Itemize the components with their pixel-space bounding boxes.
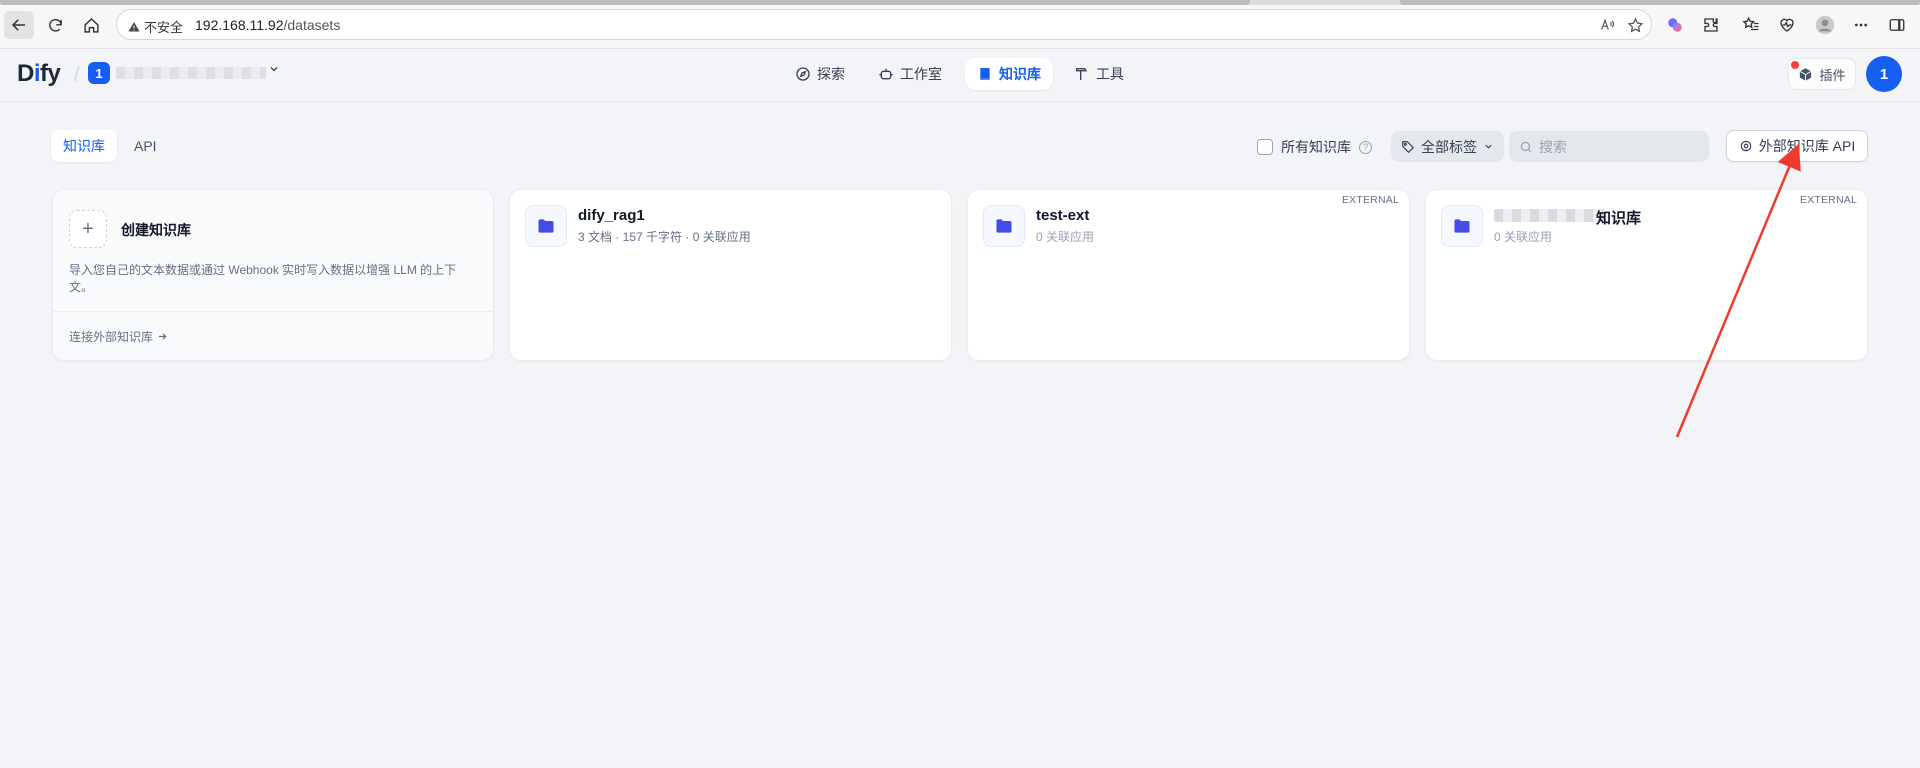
warning-icon — [128, 21, 140, 31]
annotation-arrow — [1675, 143, 1801, 438]
search-input[interactable] — [1539, 138, 1699, 155]
nav-label: 工作室 — [900, 66, 942, 82]
create-knowledge-title: 创建知识库 — [121, 222, 191, 238]
home-icon — [83, 17, 99, 33]
dataset-card[interactable]: dify_rag1 3 文档 · 157 千字符 · 0 关联应用 — [509, 189, 952, 361]
app-header: Dify / 1 探索 工作室 知识库 工具 插件 1 — [0, 50, 1920, 102]
notification-dot — [1791, 61, 1799, 69]
browser-essentials-icon[interactable] — [1774, 12, 1800, 38]
help-icon[interactable]: ? — [1359, 140, 1372, 154]
search-icon — [1520, 141, 1532, 152]
plugins-button[interactable]: 插件 — [1788, 58, 1856, 90]
profile-icon[interactable] — [1812, 12, 1838, 38]
connect-external-label: 连接外部知识库 — [69, 330, 154, 344]
nav-explore[interactable]: 探索 — [783, 58, 857, 90]
dataset-meta: 0 关联应用 — [1036, 230, 1095, 244]
nav-knowledge[interactable]: 知识库 — [965, 58, 1053, 90]
external-knowledge-api-button[interactable]: 外部知识库 API — [1726, 130, 1868, 162]
dataset-card[interactable]: EXTERNAL test-ext 0 关联应用 — [967, 189, 1410, 361]
url-text[interactable]: 192.168.11.92/datasets — [195, 17, 340, 33]
nav-label: 探索 — [817, 66, 845, 82]
external-knowledge-api-label: 外部知识库 API — [1758, 138, 1856, 154]
tags-filter-label: 全部标签 — [1421, 138, 1477, 155]
more-menu-icon[interactable] — [1848, 12, 1874, 38]
dify-logo[interactable]: Dify — [17, 60, 61, 88]
copilot-icon[interactable] — [1662, 12, 1688, 38]
nav-label: 知识库 — [999, 66, 1041, 82]
dataset-name: dify_rag1 — [578, 207, 645, 224]
tab-knowledge[interactable]: 知识库 — [51, 130, 117, 162]
create-knowledge-description: 导入您自己的文本数据或通过 Webhook 实时写入数据以增强 LLM 的上下文… — [69, 263, 457, 294]
api-connection-icon — [1740, 140, 1752, 152]
dataset-card[interactable]: EXTERNAL 知识库 0 关联应用 — [1425, 189, 1868, 361]
all-knowledge-filter[interactable]: 所有知识库 ? — [1257, 137, 1372, 157]
divider — [53, 311, 493, 312]
folder-icon — [983, 205, 1025, 247]
tag-icon — [1402, 140, 1415, 153]
arrow-right-icon — [158, 333, 167, 340]
address-bar[interactable]: 不安全 192.168.11.92/datasets — [116, 9, 1652, 40]
robot-icon — [879, 68, 893, 80]
user-avatar[interactable]: 1 — [1866, 56, 1902, 92]
compass-icon — [796, 67, 810, 81]
url-host: 192.168.11.92 — [195, 17, 284, 33]
favorites-list-icon[interactable] — [1738, 12, 1764, 38]
tags-filter-dropdown[interactable]: 全部标签 — [1391, 131, 1504, 162]
hammer-icon — [1076, 68, 1088, 80]
arrow-left-icon — [11, 19, 25, 31]
dataset-name: 知识库 — [1596, 210, 1642, 227]
external-badge: EXTERNAL — [1799, 194, 1857, 206]
plugins-label: 插件 — [1819, 67, 1846, 83]
search-box[interactable] — [1509, 131, 1709, 162]
read-aloud-icon[interactable] — [1597, 15, 1617, 35]
dataset-name: test-ext — [1036, 207, 1090, 224]
plus-icon: + — [69, 210, 107, 248]
nav-studio[interactable]: 工作室 — [866, 58, 954, 90]
folder-icon — [525, 205, 567, 247]
reload-button[interactable] — [40, 11, 70, 39]
security-label: 不安全 — [144, 20, 184, 35]
dataset-meta: 3 文档 · 157 千字符 · 0 关联应用 — [578, 230, 751, 244]
home-button[interactable] — [76, 11, 106, 39]
back-button[interactable] — [4, 11, 34, 39]
nav-tools[interactable]: 工具 — [1062, 58, 1136, 90]
create-knowledge-card[interactable]: + 创建知识库 导入您自己的文本数据或通过 Webhook 实时写入数据以增强 … — [52, 189, 494, 361]
connect-external-knowledge-link[interactable]: 连接外部知识库 — [69, 328, 168, 345]
workspace-name-redacted[interactable] — [116, 67, 266, 79]
all-knowledge-label: 所有知识库 — [1281, 139, 1351, 155]
tab-api[interactable]: API — [122, 130, 169, 162]
security-indicator[interactable]: 不安全 — [128, 17, 183, 36]
folder-icon — [1441, 205, 1483, 247]
external-badge: EXTERNAL — [1341, 194, 1399, 206]
url-path: /datasets — [283, 17, 341, 33]
extensions-icon[interactable] — [1698, 12, 1724, 38]
chevron-down-icon[interactable] — [268, 63, 280, 78]
reload-icon — [48, 18, 62, 32]
chevron-down-icon — [1485, 144, 1492, 149]
sidebar-toggle-icon[interactable] — [1884, 12, 1910, 38]
dataset-name-redacted — [1494, 209, 1604, 222]
cube-icon — [1800, 67, 1812, 81]
book-icon — [980, 68, 990, 80]
favorite-star-icon[interactable] — [1625, 15, 1645, 35]
dataset-meta: 0 关联应用 — [1494, 230, 1553, 244]
all-knowledge-checkbox[interactable] — [1257, 139, 1273, 155]
nav-label: 工具 — [1096, 66, 1124, 82]
browser-tab-strip — [0, 0, 1920, 5]
breadcrumb-separator: / — [74, 64, 80, 86]
browser-toolbar: 不安全 192.168.11.92/datasets — [0, 0, 1920, 49]
workspace-badge[interactable]: 1 — [88, 62, 110, 84]
